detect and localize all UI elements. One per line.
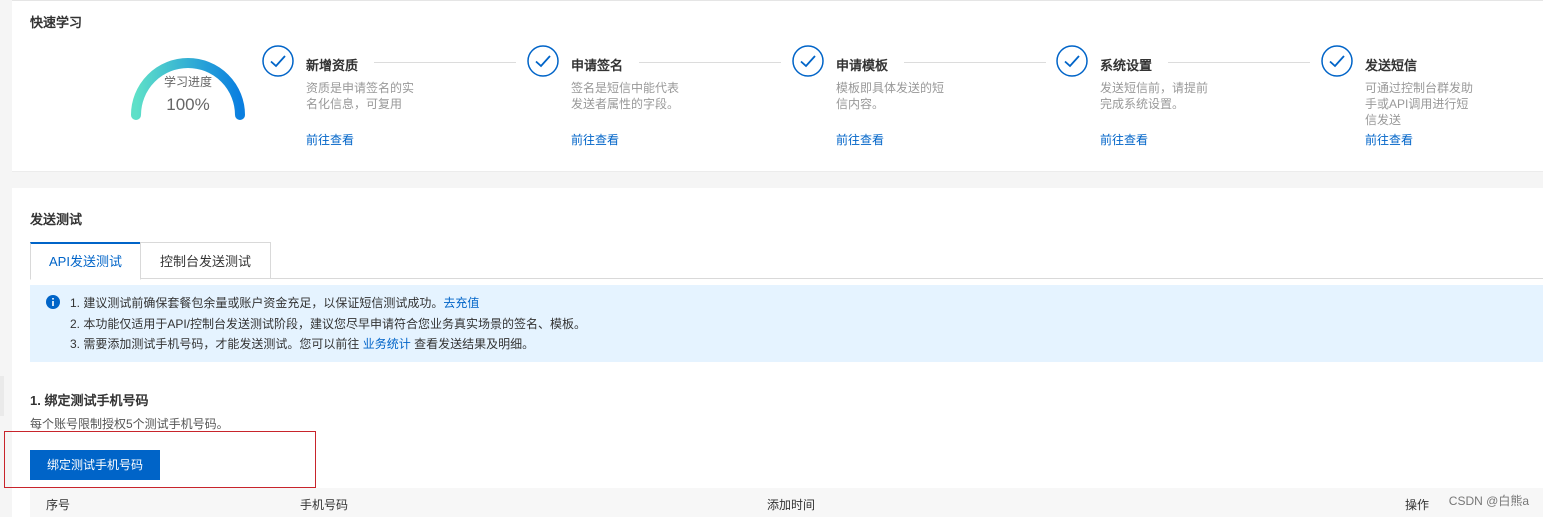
notice-line-3: 3. 需要添加测试手机号码，才能发送测试。您可以前往 业务统计 查看发送结果及明… <box>70 335 534 352</box>
step-apply-template: 申请模板 模板即具体发送的短信内容。 前往查看 <box>792 45 1057 155</box>
step-link[interactable]: 前往查看 <box>1365 131 1413 148</box>
step-send-sms: 发送短信 可通过控制台群发助手或API调用进行短信发送 前往查看 <box>1321 45 1541 155</box>
step-desc: 签名是短信中能代表发送者属性的字段。 <box>571 81 680 111</box>
quick-learn-title: 快速学习 <box>30 15 83 30</box>
step-title: 发送短信 <box>1365 55 1428 74</box>
step-desc: 模板即具体发送的短信内容。 <box>836 81 945 111</box>
step-title: 申请签名 <box>571 55 634 74</box>
step-title: 系统设置 <box>1100 55 1163 74</box>
step-system-settings: 系统设置 发送短信前，请提前完成系统设置。 前往查看 <box>1056 45 1321 155</box>
check-circle-icon <box>1321 45 1353 77</box>
notice-line-3-suffix: 查看发送结果及明细。 <box>414 337 535 351</box>
check-circle-icon <box>1056 45 1088 77</box>
send-test-title: 发送测试 <box>30 212 83 227</box>
step-title: 新增资质 <box>306 55 369 74</box>
step-title: 申请模板 <box>836 55 899 74</box>
step-connector <box>1168 62 1310 63</box>
step-connector <box>639 62 781 63</box>
step-desc: 发送短信前，请提前完成系统设置。 <box>1100 81 1209 111</box>
tab-api-send-test[interactable]: API发送测试 <box>30 242 141 280</box>
step-desc: 可通过控制台群发助手或API调用进行短信发送 <box>1365 81 1474 127</box>
page-edge-marker <box>0 376 4 416</box>
column-header-index: 序号 <box>46 498 71 512</box>
bind-phone-desc: 每个账号限制授权5个测试手机号码。 <box>30 417 229 431</box>
progress-value: 100% <box>166 95 210 114</box>
send-test-card: 发送测试 API发送测试 控制台发送测试 1. 建议测试前确保套餐包余量或账户资… <box>4 188 1543 517</box>
notice-line-3-prefix: 3. 需要添加测试手机号码，才能发送测试。您可以前往 <box>70 337 360 351</box>
csdn-watermark: CSDN @白熊a <box>1448 494 1529 508</box>
tab-console-send-test[interactable]: 控制台发送测试 <box>140 242 271 279</box>
step-link[interactable]: 前往查看 <box>1100 131 1148 148</box>
column-header-phone: 手机号码 <box>300 498 349 512</box>
step-link[interactable]: 前往查看 <box>571 131 619 148</box>
notice-line-1: 1. 建议测试前确保套餐包余量或账户资金充足，以保证短信测试成功。去充值 <box>70 294 479 311</box>
check-circle-icon <box>527 45 559 77</box>
phone-table-header: 序号 手机号码 添加时间 操作 <box>30 488 1543 517</box>
step-apply-signature: 申请签名 签名是短信中能代表发送者属性的字段。 前往查看 <box>527 45 792 155</box>
bind-test-phone-button[interactable]: 绑定测试手机号码 <box>30 450 160 480</box>
learning-progress-gauge: 学习进度 100% <box>124 45 252 125</box>
quick-learn-card: 快速学习 学习进度 100% 新增资质 资质是申请签名的实名化信息，可复用 前往… <box>12 0 1543 172</box>
notice-box: 1. 建议测试前确保套餐包余量或账户资金充足，以保证短信测试成功。去充值 2. … <box>30 285 1543 362</box>
step-link[interactable]: 前往查看 <box>306 131 354 148</box>
step-desc: 资质是申请签名的实名化信息，可复用 <box>306 81 415 111</box>
notice-line-2: 2. 本功能仅适用于API/控制台发送测试阶段，建议您尽早申请符合您业务真实场景… <box>70 317 587 331</box>
info-icon <box>46 295 60 309</box>
business-stats-link[interactable]: 业务统计 <box>363 337 411 351</box>
progress-label: 学习进度 <box>163 75 212 89</box>
check-circle-icon <box>792 45 824 77</box>
recharge-link[interactable]: 去充值 <box>443 296 479 310</box>
column-header-added-time: 添加时间 <box>767 498 816 512</box>
send-test-tabs: API发送测试 控制台发送测试 <box>30 242 1543 280</box>
step-connector <box>904 62 1046 63</box>
notice-line-1-text: 1. 建议测试前确保套餐包余量或账户资金充足，以保证短信测试成功。 <box>70 296 444 310</box>
step-connector <box>374 62 516 63</box>
step-add-qualification: 新增资质 资质是申请签名的实名化信息，可复用 前往查看 <box>262 45 527 155</box>
check-circle-icon <box>262 45 294 77</box>
step-link[interactable]: 前往查看 <box>836 131 884 148</box>
bind-phone-title: 1. 绑定测试手机号码 <box>30 393 149 408</box>
column-header-actions: 操作 <box>1405 498 1430 512</box>
